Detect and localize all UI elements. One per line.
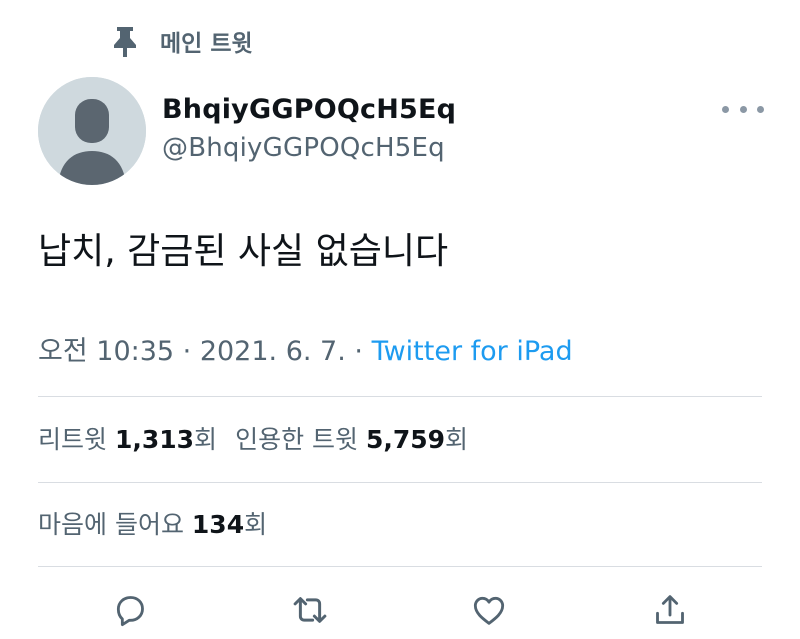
quotes-count: 5,759	[365, 425, 446, 454]
divider	[38, 566, 762, 567]
likes-suffix: 회	[244, 510, 268, 539]
action-bar	[0, 580, 800, 639]
like-icon	[473, 596, 505, 625]
author-handle[interactable]: @BhqiyGGPOQcH5Eq	[162, 133, 445, 163]
meta-separator: ·	[345, 336, 372, 367]
default-avatar-icon	[38, 77, 146, 185]
stats-row: 리트윗 1,313회 인용한 트윗 5,759회	[38, 420, 468, 460]
likes-row: 마음에 들어요 134회	[38, 505, 267, 545]
tweet-source-link[interactable]: Twitter for iPad	[372, 336, 573, 367]
share-button[interactable]	[646, 586, 694, 634]
retweets-suffix: 회	[194, 425, 218, 454]
more-options-icon[interactable]	[722, 96, 764, 122]
tweet-metadata: 오전 10:35 · 2021. 6. 7. · Twitter for iPa…	[38, 332, 573, 372]
avatar[interactable]	[38, 77, 146, 185]
likes-stat[interactable]: 마음에 들어요 134회	[38, 510, 267, 539]
retweets-stat[interactable]: 리트윗 1,313회	[38, 425, 217, 454]
likes-count: 134	[191, 510, 245, 539]
pinned-indicator: 메인 트윗	[110, 22, 253, 60]
tweet-text: 납치, 감금된 사실 없습니다	[38, 231, 449, 272]
likes-label: 마음에 들어요	[38, 510, 184, 539]
divider	[38, 482, 762, 483]
retweet-icon	[293, 597, 327, 623]
tweet-time[interactable]: 오전 10:35	[38, 336, 174, 367]
divider	[38, 396, 762, 397]
pin-icon	[110, 24, 140, 58]
quotes-suffix: 회	[445, 425, 469, 454]
retweet-button[interactable]	[286, 586, 334, 634]
meta-separator: ·	[174, 336, 200, 367]
quotes-stat[interactable]: 인용한 트윗 5,759회	[235, 425, 468, 454]
reply-icon	[116, 596, 144, 627]
retweets-label: 리트윗	[38, 425, 108, 454]
like-button[interactable]	[465, 586, 513, 634]
author-name[interactable]: BhqiyGGPOQcH5Eq	[162, 94, 456, 125]
tweet-date[interactable]: 2021. 6. 7.	[200, 336, 346, 367]
retweets-count: 1,313	[114, 425, 195, 454]
share-icon	[656, 595, 684, 624]
pinned-label: 메인 트윗	[160, 31, 253, 57]
quotes-label: 인용한 트윗	[235, 425, 359, 454]
reply-button[interactable]	[106, 586, 154, 634]
